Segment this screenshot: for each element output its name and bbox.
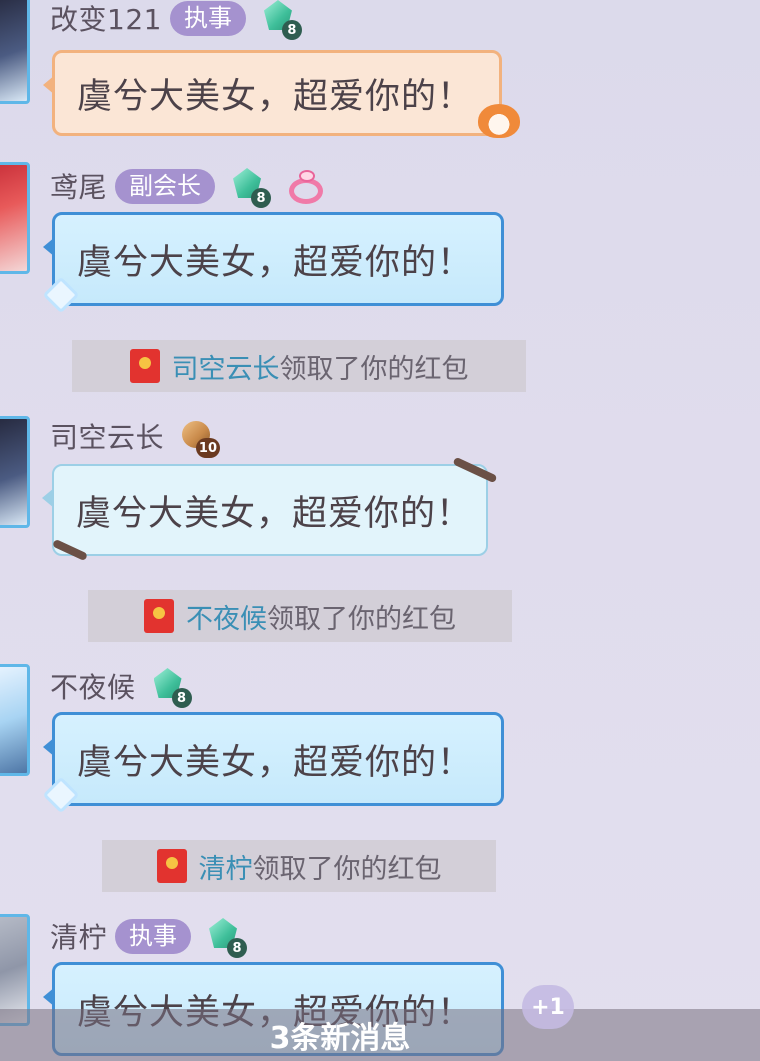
- chat-bubble[interactable]: 虞兮大美女，超爱你的！: [42, 464, 488, 556]
- ring-icon: [283, 166, 327, 206]
- avatar[interactable]: [0, 162, 30, 274]
- notice-user[interactable]: 清柠: [199, 854, 253, 885]
- chat-bubble[interactable]: 虞兮大美女，超爱你的！: [43, 712, 504, 806]
- helmet-icon: 10: [178, 416, 221, 458]
- red-envelope-icon: [156, 849, 187, 883]
- message-header: 不夜候 8: [50, 666, 192, 708]
- red-envelope-icon: [144, 599, 174, 633]
- username[interactable]: 改变121: [50, 0, 162, 38]
- gem-level: 8: [251, 188, 272, 208]
- notice-text: 清柠领取了你的红包: [199, 847, 442, 886]
- notice-rest: 领取了你的红包: [267, 603, 456, 635]
- new-messages-bar[interactable]: 3条新消息: [0, 1009, 760, 1061]
- fox-decoration-icon: [478, 104, 520, 138]
- notice-user[interactable]: 不夜候: [186, 604, 267, 635]
- notice-text: 司空云长领取了你的红包: [172, 347, 469, 386]
- notice-user[interactable]: 司空云长: [172, 354, 280, 385]
- role-badge: 副会长: [115, 168, 216, 204]
- role-badge: 执事: [115, 918, 192, 954]
- gem-icon: 8: [229, 166, 272, 208]
- message-header: 清柠 执事 8: [50, 916, 248, 958]
- notice-rest: 领取了你的红包: [252, 853, 442, 885]
- message-text: 虞兮大美女，超爱你的！: [77, 742, 474, 783]
- gem-icon: 8: [205, 916, 248, 958]
- message-header: 改变121 执事 8: [50, 0, 302, 40]
- gem-level: 8: [281, 20, 302, 40]
- red-envelope-icon: [129, 349, 160, 383]
- chat-bubble[interactable]: 虞兮大美女，超爱你的！: [43, 212, 504, 306]
- red-packet-notice: 清柠领取了你的红包: [102, 840, 496, 892]
- notice-text: 不夜候领取了你的红包: [186, 597, 456, 636]
- gem-icon: 8: [150, 666, 192, 708]
- chat-bubble[interactable]: 虞兮大美女，超爱你的！: [43, 50, 502, 136]
- plus-one-button[interactable]: +1: [522, 985, 574, 1029]
- notice-rest: 领取了你的红包: [279, 353, 469, 385]
- avatar[interactable]: [0, 416, 30, 528]
- role-badge: 执事: [169, 0, 246, 36]
- username[interactable]: 鸢尾: [50, 166, 107, 206]
- username[interactable]: 不夜候: [50, 666, 136, 706]
- username[interactable]: 清柠: [50, 916, 107, 956]
- avatar[interactable]: [0, 0, 30, 104]
- message-text: 虞兮大美女，超爱你的！: [76, 493, 473, 534]
- red-packet-notice: 司空云长领取了你的红包: [72, 340, 526, 392]
- avatar[interactable]: [0, 664, 30, 776]
- message-header: 鸢尾 副会长 8: [50, 166, 327, 208]
- gem-level: 8: [171, 688, 192, 708]
- gem-level: 8: [227, 938, 248, 958]
- username[interactable]: 司空云长: [50, 416, 164, 456]
- gem-icon: 8: [260, 0, 302, 40]
- gem-level: 10: [195, 438, 221, 458]
- message-text: 虞兮大美女，超爱你的！: [77, 242, 474, 283]
- message-header: 司空云长 10: [50, 416, 221, 458]
- red-packet-notice: 不夜候领取了你的红包: [88, 590, 512, 642]
- new-messages-label: 3条新消息: [269, 1021, 411, 1056]
- message-text: 虞兮大美女，超爱你的！: [77, 76, 474, 117]
